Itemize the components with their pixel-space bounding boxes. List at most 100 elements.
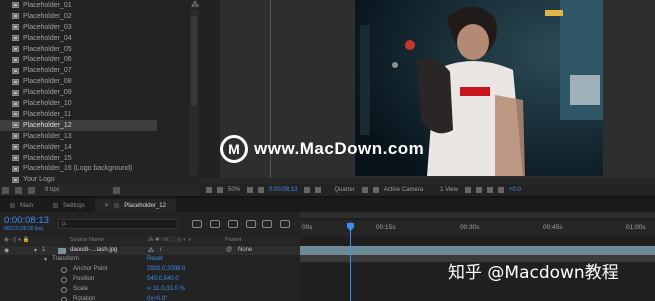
trash-icon[interactable] (113, 186, 120, 194)
shy-icon[interactable] (228, 220, 238, 228)
transform-reset-link[interactable]: Reset (147, 256, 163, 262)
composition-icon (12, 13, 19, 20)
motion-blur-icon[interactable] (262, 220, 272, 228)
property-row[interactable]: Scale ∞ 31.0,31.0 % (0, 286, 300, 295)
project-item-label: Placeholder_16 (Logo background) (23, 165, 133, 173)
composition-icon (10, 203, 15, 208)
layer-duration-bar[interactable] (300, 246, 655, 255)
view-layout-dropdown[interactable]: 1 View (440, 187, 458, 193)
quality-switch-icon[interactable]: / (160, 247, 162, 253)
project-item[interactable]: Placeholder_03 (0, 22, 190, 33)
playhead-line[interactable] (350, 222, 351, 301)
expand-chevron-icon[interactable]: ▾ (34, 247, 37, 254)
property-value[interactable]: 2920.0,2008.0 (147, 266, 185, 272)
layer-index: 1 (42, 247, 46, 253)
project-item-label: Placeholder_09 (23, 89, 72, 97)
mask-visibility-icon[interactable] (258, 187, 265, 193)
magnify-icon[interactable] (217, 187, 223, 193)
project-item[interactable]: Placeholder_15 (0, 153, 190, 164)
parent-dropdown[interactable]: None (238, 247, 252, 253)
always-preview-icon[interactable] (206, 187, 212, 193)
project-item[interactable]: Placeholder_11 (0, 109, 190, 120)
tab-settings[interactable]: Settings (43, 199, 95, 212)
project-item[interactable]: Placeholder_05 (0, 44, 190, 55)
project-item[interactable]: Placeholder_09 (0, 87, 190, 98)
snapshot-icon[interactable] (304, 187, 311, 193)
property-row[interactable]: Position 540.0,540.0 (0, 276, 300, 285)
site-watermark: M www.MacDown.com (220, 135, 424, 163)
transparency-grid-icon[interactable] (372, 187, 379, 193)
timeline-icon[interactable] (486, 187, 493, 193)
flowchart-icon[interactable] (497, 187, 504, 193)
project-item-label: Placeholder_14 (23, 143, 72, 151)
show-channel-icon[interactable] (315, 187, 322, 193)
project-scrollbar[interactable] (190, 10, 198, 175)
project-item[interactable]: Placeholder_01 (0, 0, 190, 11)
zoom-dropdown[interactable]: 50% (228, 187, 240, 193)
layer-name[interactable]: daoudi-....lash.jpg (70, 247, 117, 253)
project-item[interactable]: Placeholder_13 (0, 131, 190, 142)
graph-editor-icon[interactable] (280, 220, 290, 228)
project-item[interactable]: Placeholder_04 (0, 33, 190, 44)
project-item[interactable]: Placeholder_16 (Logo background) (0, 164, 190, 175)
stopwatch-icon[interactable] (61, 277, 67, 283)
scrollbar-thumb[interactable] (191, 16, 197, 106)
pixel-aspect-icon[interactable] (464, 187, 471, 193)
work-area-bar[interactable] (300, 212, 655, 218)
viewer-side-bar (200, 0, 220, 178)
project-footer: 8 bpc (0, 184, 200, 196)
project-item[interactable]: Placeholder_08 (0, 76, 190, 87)
ruler-label: 00s (302, 224, 313, 231)
tab-main[interactable]: Main (0, 199, 43, 212)
property-value[interactable]: 540.0,540.0 (147, 276, 179, 282)
property-row[interactable]: Anchor Point 2920.0,2008.0 (0, 266, 300, 275)
close-icon[interactable]: × (105, 203, 109, 209)
collapse-switch-icon[interactable]: ⁂ (148, 247, 154, 254)
image-layer-icon (58, 248, 66, 254)
property-value[interactable]: 0x+0.0° (147, 296, 168, 301)
bit-depth-button[interactable]: 8 bpc (45, 187, 60, 193)
layer-row[interactable]: ◉ ▾ 1 daoudi-....lash.jpg ⁂ / @ None (0, 246, 300, 255)
property-row[interactable]: Rotation 0x+0.0° (0, 296, 300, 301)
project-item[interactable]: Placeholder_06 (0, 55, 190, 66)
resolution-dropdown[interactable]: Quarter (334, 187, 354, 193)
property-name: Rotation (73, 296, 96, 301)
source-name-header[interactable]: Source Name (70, 237, 104, 243)
property-value[interactable]: ∞ 31.0,31.0 % (147, 286, 185, 292)
expand-chevron-icon[interactable]: ▾ (44, 256, 47, 263)
stopwatch-icon[interactable] (61, 297, 67, 301)
viewer-timecode[interactable]: 0:00:08:13 (269, 187, 297, 193)
stopwatch-icon[interactable] (61, 287, 67, 293)
new-folder-icon[interactable] (15, 186, 22, 194)
region-of-interest-icon[interactable] (361, 187, 368, 193)
ruler-label: 01:00s (626, 224, 646, 231)
exposure-value[interactable]: +0.0 (509, 187, 521, 193)
project-item[interactable]: Placeholder_12 (0, 119, 157, 131)
draft-3d-icon[interactable] (210, 220, 220, 228)
composition-icon (12, 35, 19, 42)
project-item[interactable]: Placeholder_10 (0, 98, 190, 109)
composition-icon (53, 203, 59, 208)
project-item[interactable]: Placeholder_07 (0, 65, 190, 76)
layer-search-input[interactable]: ρ. (58, 219, 178, 229)
fast-previews-icon[interactable] (475, 187, 482, 193)
composition-icon (12, 165, 19, 172)
toggle-transparency-grid-icon[interactable] (247, 187, 254, 193)
comp-mini-flowchart-icon[interactable] (192, 220, 202, 228)
flowchart-icon[interactable]: ⁂ (191, 0, 199, 9)
project-item[interactable]: Placeholder_14 (0, 142, 190, 153)
project-item[interactable]: Placeholder_02 (0, 11, 190, 22)
time-graph[interactable]: 00s 00:15s 00:30s 00:45s 01:00s (300, 212, 655, 301)
parent-pickwhip-icon[interactable]: @ (226, 247, 232, 253)
tab-placeholder-12[interactable]: × Placeholder_12 (94, 199, 176, 212)
visibility-icon[interactable]: ◉ (4, 247, 9, 254)
new-composition-icon[interactable] (28, 186, 35, 194)
interpret-footage-icon[interactable] (2, 186, 9, 194)
project-item-label: Placeholder_07 (23, 67, 72, 75)
stopwatch-icon[interactable] (61, 267, 67, 273)
frame-blending-icon[interactable] (246, 220, 256, 228)
transform-group[interactable]: ▾ Transform Reset (0, 256, 300, 265)
parent-header[interactable]: Parent (225, 237, 241, 243)
camera-dropdown[interactable]: Active Camera (384, 187, 423, 193)
current-time-display[interactable]: 0:00:08:13 (4, 215, 49, 226)
